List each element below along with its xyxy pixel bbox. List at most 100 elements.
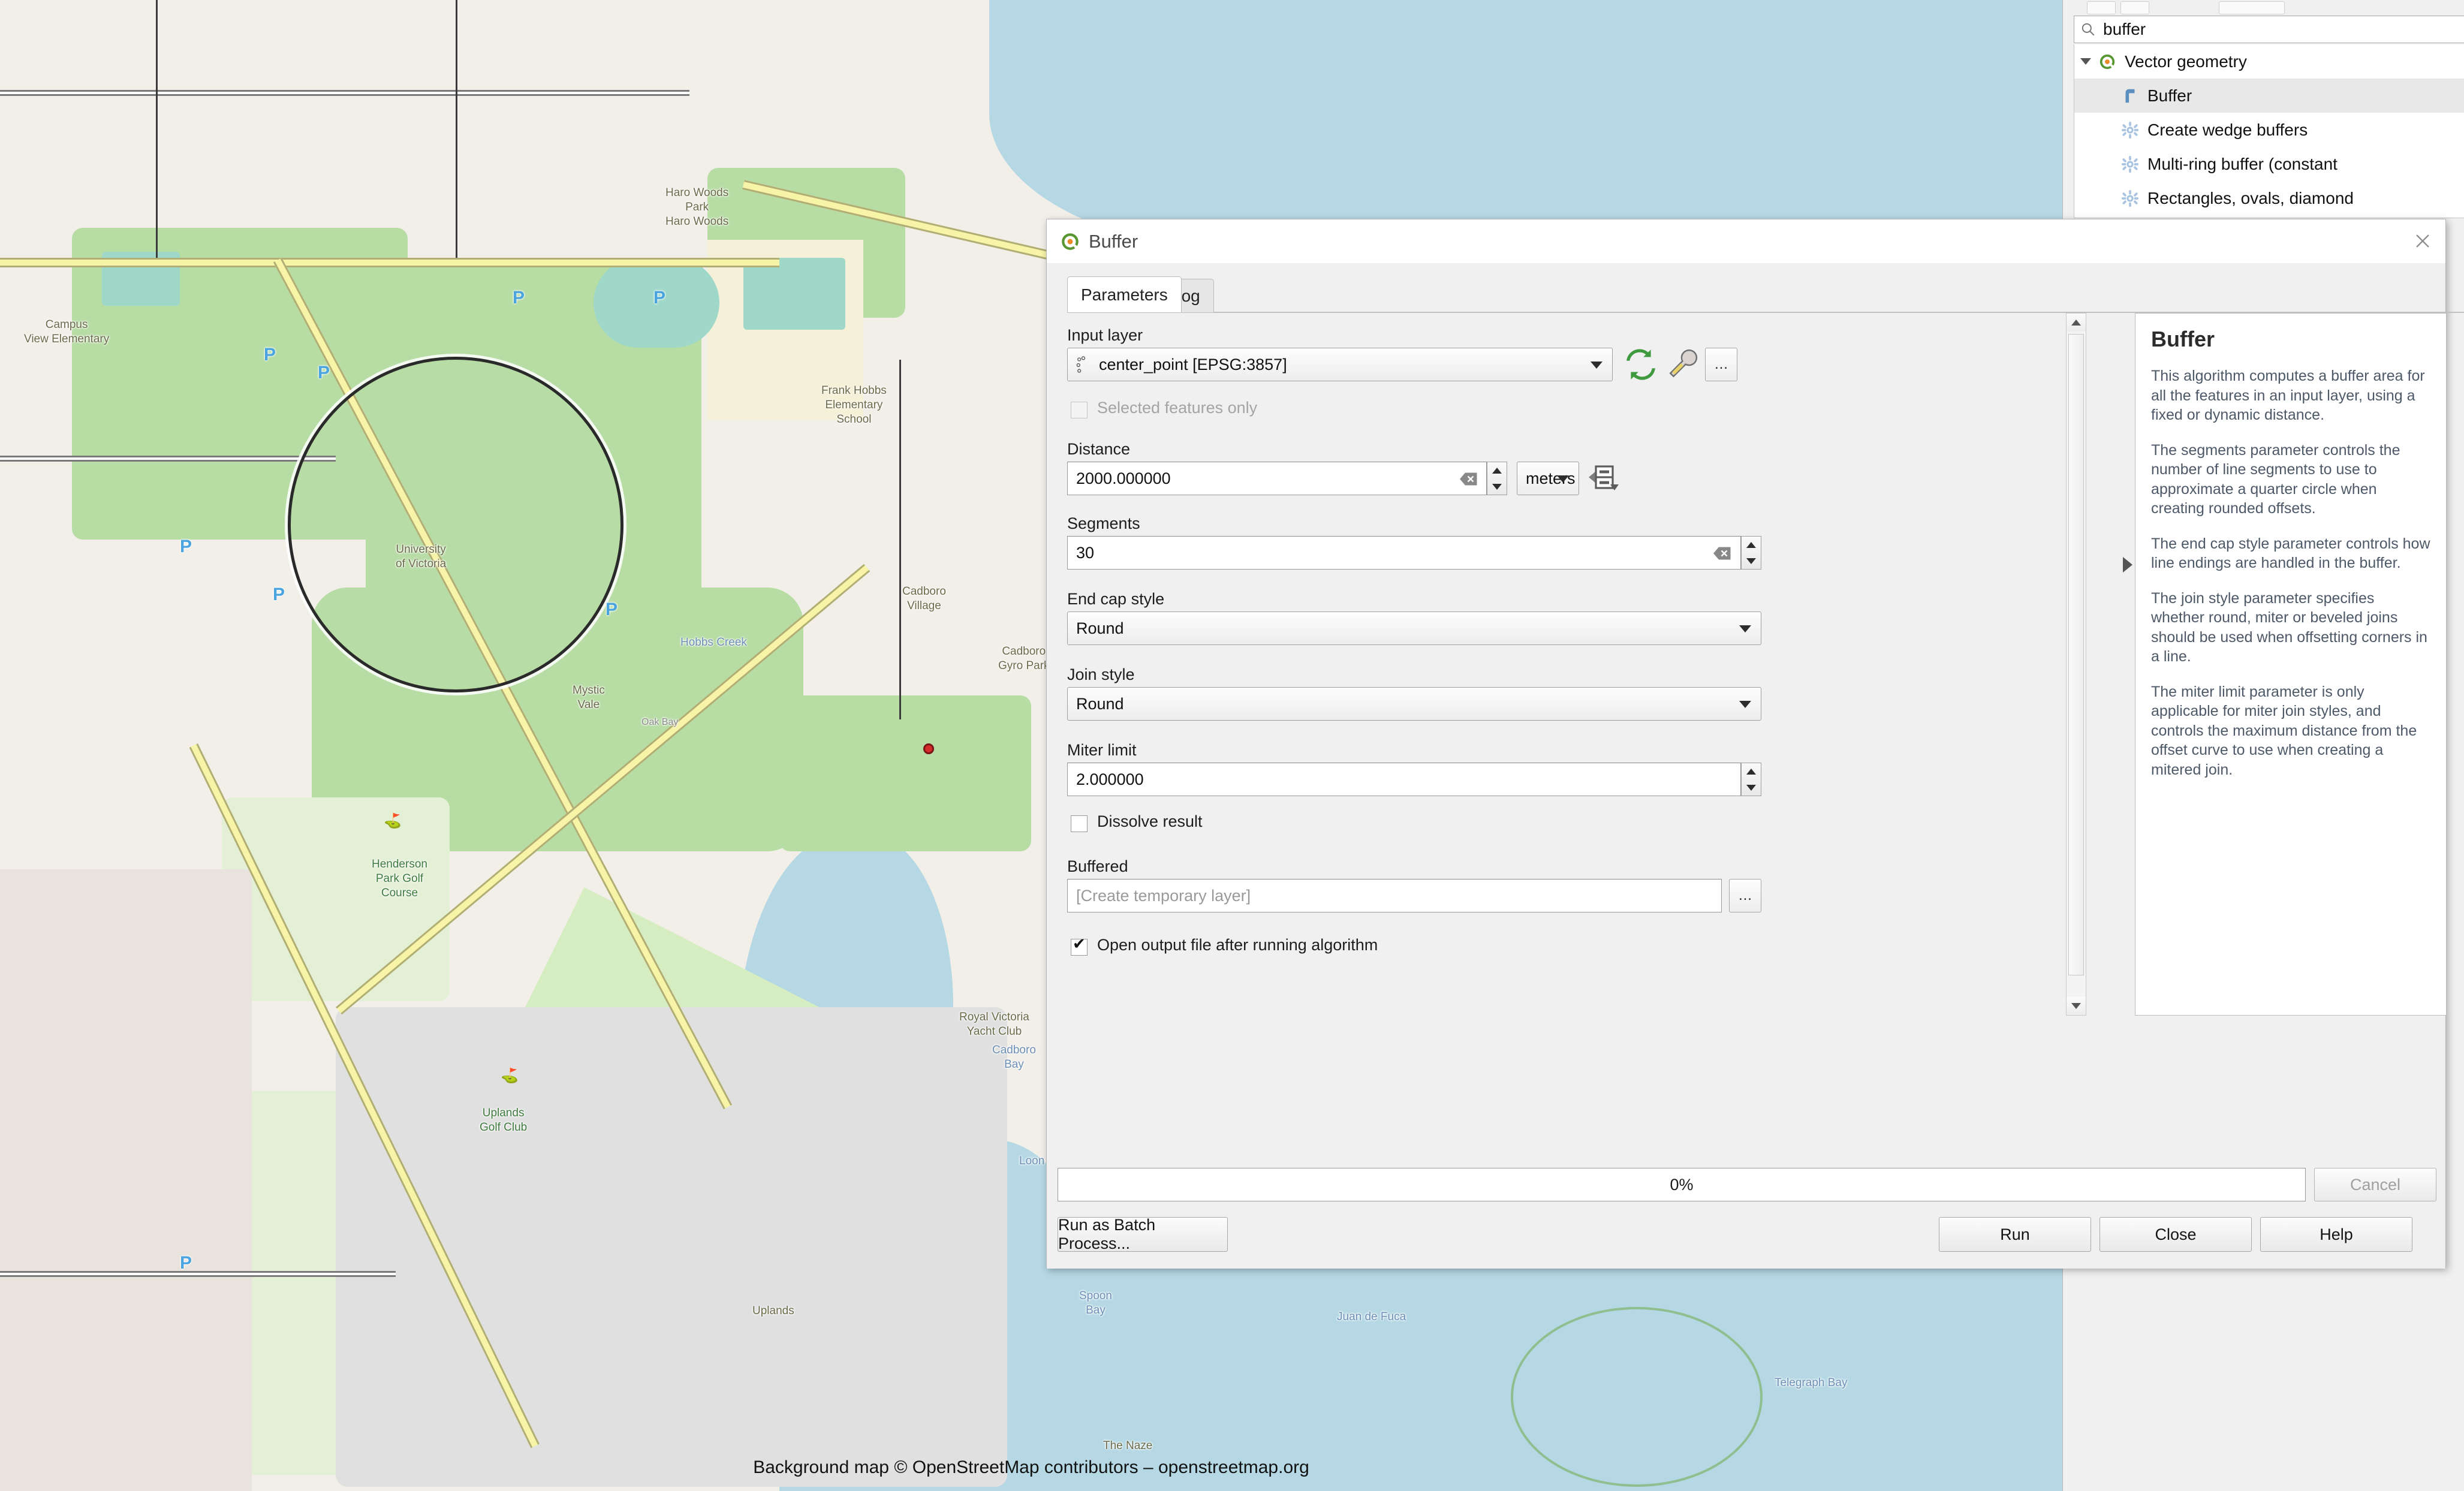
tree-item-create-wedge-buffers[interactable]: Create wedge buffers [2074, 113, 2464, 147]
buffered-output-more-button[interactable]: … [1729, 879, 1761, 912]
toolbox-options-button[interactable] [2219, 1, 2285, 14]
stepper-up-icon[interactable] [1492, 468, 1502, 474]
gear-icon [2121, 155, 2139, 173]
progress-row: 0% Cancel [1058, 1168, 2436, 1201]
algorithm-tree[interactable]: Vector geometry Buffer Create wedge buffer… [2074, 44, 2464, 218]
miter-limit-input[interactable]: 2.000000 [1067, 763, 1741, 796]
scroll-down-icon[interactable] [2067, 997, 2086, 1015]
miter-limit-stepper[interactable] [1741, 763, 1761, 796]
map-label: Cadboro Village [902, 585, 946, 613]
clear-glyph [1460, 472, 1478, 486]
close-button[interactable] [2406, 225, 2439, 257]
search-input[interactable] [2102, 19, 2458, 40]
stepper-down-icon[interactable] [1746, 785, 1756, 791]
cancel-button[interactable]: Cancel [2314, 1168, 2436, 1201]
end-cap-style-combo[interactable]: Round [1067, 612, 1761, 645]
map-label: Royal Victoria Yacht Club [959, 1010, 1029, 1039]
run-as-batch-process-button[interactable]: Run as Batch Process... [1058, 1217, 1228, 1252]
dialog-body: Parameters Log Input layer center_point … [1047, 263, 2445, 1269]
parking-icon: P [180, 537, 192, 557]
tree-item-label: Create wedge buffers [2147, 121, 2308, 140]
selected-features-checkbox[interactable] [1071, 402, 1088, 418]
chevron-down-icon[interactable] [2080, 58, 2091, 65]
help-button[interactable]: Help [2260, 1217, 2412, 1252]
road-thin-2 [456, 0, 457, 258]
gear-icon [2121, 189, 2139, 207]
road-2 [0, 456, 336, 462]
dissolve-result-checkbox[interactable] [1071, 815, 1088, 832]
clear-glyph [1713, 546, 1731, 561]
road-thin-3 [899, 360, 901, 719]
join-style-label: Join style [1067, 665, 1135, 684]
road-3 [0, 1271, 396, 1277]
gear-icon [2121, 121, 2139, 139]
stepper-down-icon[interactable] [1746, 558, 1756, 564]
stepper-up-icon[interactable] [1746, 769, 1756, 775]
tree-item-buffer[interactable]: Buffer [2074, 79, 2464, 113]
buffered-output-input[interactable]: [Create temporary layer] [1067, 879, 1722, 912]
scrollbar-thumb[interactable] [2068, 334, 2084, 975]
tab-parameters[interactable]: Parameters [1067, 276, 1182, 312]
buffer-icon [2121, 87, 2139, 105]
search-icon [2080, 22, 2096, 37]
parameters-scrollbar[interactable] [2066, 313, 2086, 1016]
scroll-up-icon[interactable] [2067, 314, 2086, 332]
buffered-output-placeholder: [Create temporary layer] [1076, 887, 1251, 905]
distance-units-combo[interactable]: meters [1517, 462, 1579, 495]
stepper-up-icon[interactable] [1746, 542, 1756, 548]
open-output-label: Open output file after running algorithm [1097, 936, 1378, 954]
golf-icon: ⛳ [384, 812, 402, 830]
close-icon [2412, 231, 2433, 251]
open-output-checkbox[interactable] [1071, 939, 1088, 956]
data-defined-override-icon[interactable] [1589, 463, 1620, 494]
toolbox-model-button[interactable] [2087, 1, 2116, 14]
help-paragraph: The segments parameter controls the numb… [2151, 441, 2430, 519]
parking-icon: P [264, 345, 276, 365]
run-button[interactable]: Run [1939, 1217, 2091, 1252]
chevron-down-icon [1557, 475, 1569, 483]
input-layer-more-button[interactable]: … [1705, 348, 1737, 381]
teal-field-2 [743, 258, 845, 330]
clear-icon[interactable] [1713, 544, 1731, 562]
distance-input[interactable]: 2000.000000 [1067, 462, 1487, 495]
road-thin-1 [156, 0, 158, 258]
close-button-bottom[interactable]: Close [2099, 1217, 2252, 1252]
join-style-combo[interactable]: Round [1067, 687, 1761, 721]
residential-west [0, 869, 252, 1491]
cancel-button-label: Cancel [2350, 1176, 2400, 1194]
tree-item-label: Multi-ring buffer (constant [2147, 155, 2338, 174]
segments-input[interactable]: 30 [1067, 536, 1741, 570]
dialog-titlebar[interactable]: Buffer [1047, 219, 2445, 263]
close-button-label: Close [2155, 1225, 2196, 1244]
map-attribution: Background map © OpenStreetMap contribut… [0, 1457, 2062, 1478]
chevron-down-icon [1739, 625, 1751, 632]
map-label: Uplands Golf Club [480, 1106, 527, 1135]
tree-item-vector-geometry[interactable]: Vector geometry [2074, 44, 2464, 79]
distance-stepper[interactable] [1487, 462, 1507, 495]
buffer-result-circle [288, 357, 623, 692]
clear-icon[interactable] [1460, 470, 1478, 488]
tree-item-multi-ring-buffer-constant[interactable]: Multi-ring buffer (constant [2074, 147, 2464, 181]
parking-icon: P [318, 363, 330, 383]
join-style-value: Round [1076, 695, 1124, 713]
tab-parameters-label: Parameters [1081, 285, 1168, 305]
map-label: Frank Hobbs Elementary School [821, 384, 887, 426]
toolbox-script-button[interactable] [2120, 1, 2149, 14]
segments-stepper[interactable] [1741, 536, 1761, 570]
tree-item-label: Rectangles, ovals, diamond [2147, 189, 2354, 208]
wrench-icon[interactable] [1667, 348, 1699, 380]
chevron-right-icon[interactable] [2123, 557, 2132, 573]
iterate-icon[interactable] [1625, 349, 1657, 380]
tree-item-label: Vector geometry [2125, 52, 2247, 71]
map-label: Campus View Elementary [24, 318, 109, 347]
map-label: Uplands [752, 1304, 794, 1318]
input-layer-combo[interactable]: center_point [EPSG:3857] [1067, 348, 1613, 381]
stepper-down-icon[interactable] [1492, 484, 1502, 490]
parking-icon: P [513, 288, 525, 308]
toolbox-search-row[interactable] [2074, 16, 2464, 43]
dissolve-result-label: Dissolve result [1097, 812, 1203, 831]
segments-label: Segments [1067, 514, 1140, 533]
map-label: Telegraph Bay [1775, 1376, 1847, 1390]
toolbox-toolbar [2063, 0, 2464, 16]
tree-item-rectangles-ovals-diamond[interactable]: Rectangles, ovals, diamond [2074, 181, 2464, 215]
